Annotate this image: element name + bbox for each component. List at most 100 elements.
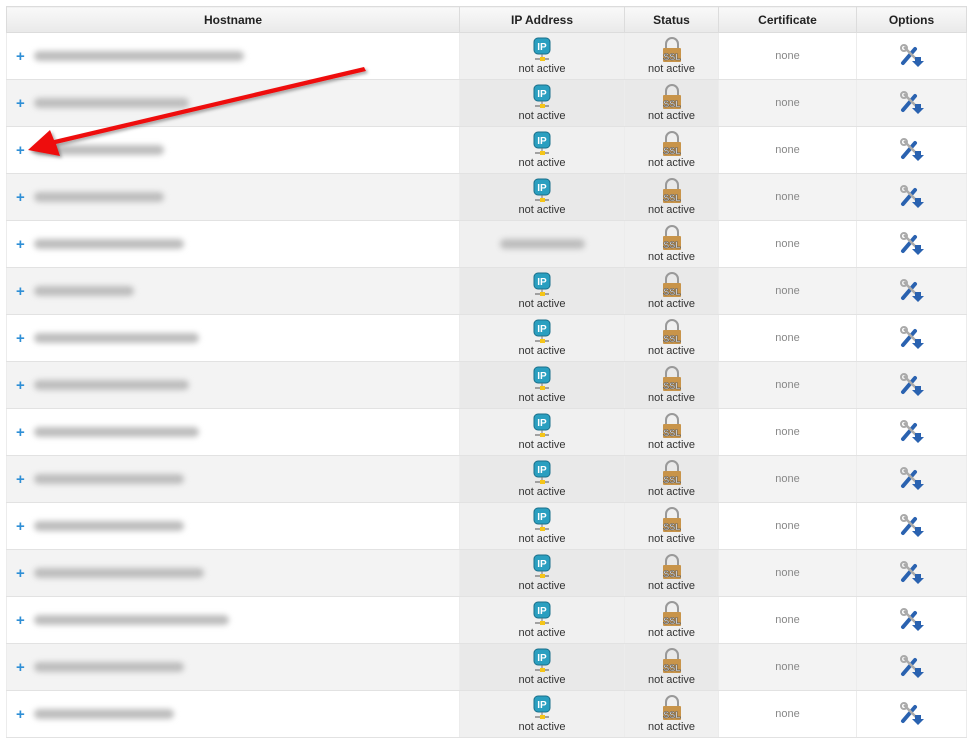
table-row: + IP not active SSL not active none: [6, 643, 967, 691]
expand-plus-icon[interactable]: +: [16, 659, 28, 676]
ssl-status-text: not active: [647, 533, 696, 545]
tools-icon[interactable]: [899, 419, 925, 443]
ip-status-text: not active: [518, 62, 566, 75]
tools-icon[interactable]: [899, 137, 925, 161]
hostname-redacted: [34, 521, 184, 531]
expand-plus-icon[interactable]: +: [16, 565, 28, 582]
certificate-value: none: [775, 285, 800, 297]
options-cell: [856, 690, 967, 738]
ssl-status-text: not active: [647, 439, 696, 451]
ip-address-cell: IP not active: [459, 690, 625, 738]
expand-plus-icon[interactable]: +: [16, 189, 28, 206]
expand-plus-icon[interactable]: +: [16, 142, 28, 159]
tools-icon[interactable]: [899, 231, 925, 255]
svg-text:IP: IP: [537, 324, 547, 335]
options-cell: [856, 220, 967, 268]
expand-plus-icon[interactable]: +: [16, 612, 28, 629]
ip-icon: IP: [533, 272, 551, 296]
options-cell: [856, 408, 967, 456]
tools-icon[interactable]: [899, 278, 925, 302]
ip-address-cell: IP not active: [459, 267, 625, 315]
ip-icon: IP: [533, 413, 551, 437]
ip-address-cell: IP not active: [459, 408, 625, 456]
ip-address-cell: IP not active: [459, 32, 625, 80]
hostname-cell: +: [6, 643, 460, 691]
expand-plus-icon[interactable]: +: [16, 377, 28, 394]
ip-icon: IP: [533, 131, 551, 155]
certificate-value: none: [775, 426, 800, 438]
svg-text:SSL: SSL: [663, 569, 681, 579]
certificate-cell: none: [718, 502, 857, 550]
status-cell: SSL not active: [624, 549, 719, 597]
certificate-cell: none: [718, 173, 857, 221]
header-certificate[interactable]: Certificate: [718, 6, 857, 33]
expand-plus-icon[interactable]: +: [16, 706, 28, 723]
expand-plus-icon[interactable]: +: [16, 236, 28, 253]
table-row: + IP not active SSL not active none: [6, 502, 967, 550]
table-row: + IP not active SSL not active none: [6, 549, 967, 597]
table-row: + IP not active SSL not active none: [6, 32, 967, 80]
hostname-redacted: [34, 145, 164, 155]
header-ip-address[interactable]: IP Address: [459, 6, 625, 33]
certificate-value: none: [775, 379, 800, 391]
hostname-cell: +: [6, 408, 460, 456]
tools-icon[interactable]: [899, 372, 925, 396]
ip-status-text: not active: [518, 391, 566, 404]
svg-text:SSL: SSL: [663, 428, 681, 438]
ssl-status-text: not active: [647, 345, 696, 357]
header-options[interactable]: Options: [856, 6, 967, 33]
expand-plus-icon[interactable]: +: [16, 518, 28, 535]
hostnames-table: Hostname IP Address Status Certificate O…: [6, 6, 967, 738]
status-cell: SSL not active: [624, 502, 719, 550]
certificate-value: none: [775, 567, 800, 579]
expand-plus-icon[interactable]: +: [16, 95, 28, 112]
status-cell: SSL not active: [624, 690, 719, 738]
tools-icon[interactable]: [899, 466, 925, 490]
ip-address-cell: IP not active: [459, 643, 625, 691]
ssl-lock-icon: SSL: [662, 507, 681, 532]
status-cell: SSL not active: [624, 455, 719, 503]
tools-icon[interactable]: [899, 560, 925, 584]
tools-icon[interactable]: [899, 90, 925, 114]
expand-plus-icon[interactable]: +: [16, 283, 28, 300]
expand-plus-icon[interactable]: +: [16, 424, 28, 441]
ip-icon: IP: [533, 319, 551, 343]
tools-icon[interactable]: [899, 184, 925, 208]
expand-plus-icon[interactable]: +: [16, 471, 28, 488]
options-cell: [856, 643, 967, 691]
ip-address-redacted: [499, 239, 585, 250]
table-row: + IP not active SSL not active none: [6, 79, 967, 127]
ssl-status-text: not active: [647, 204, 696, 216]
hostname-cell: +: [6, 32, 460, 80]
ip-icon: IP: [533, 648, 551, 672]
certificate-cell: none: [718, 126, 857, 174]
expand-plus-icon[interactable]: +: [16, 330, 28, 347]
hostname-cell: +: [6, 549, 460, 597]
tools-icon[interactable]: [899, 513, 925, 537]
tools-icon[interactable]: [899, 701, 925, 725]
ssl-status-text: not active: [647, 298, 696, 310]
certificate-value: none: [775, 191, 800, 203]
hostname-cell: +: [6, 267, 460, 315]
ip-status-text: not active: [518, 109, 566, 122]
svg-text:IP: IP: [537, 277, 547, 288]
header-status[interactable]: Status: [624, 6, 719, 33]
tools-icon[interactable]: [899, 43, 925, 67]
ip-address-cell: [459, 220, 625, 268]
svg-text:SSL: SSL: [663, 287, 681, 297]
ip-status-text: not active: [518, 532, 566, 545]
tools-icon[interactable]: [899, 325, 925, 349]
certificate-cell: none: [718, 267, 857, 315]
certificate-value: none: [775, 661, 800, 673]
header-hostname[interactable]: Hostname: [6, 6, 460, 33]
status-cell: SSL not active: [624, 173, 719, 221]
tools-icon[interactable]: [899, 607, 925, 631]
hostname-cell: +: [6, 690, 460, 738]
ssl-lock-icon: SSL: [662, 225, 681, 250]
ssl-status-text: not active: [647, 63, 696, 75]
hostname-cell: +: [6, 455, 460, 503]
tools-icon[interactable]: [899, 654, 925, 678]
expand-plus-icon[interactable]: +: [16, 48, 28, 65]
svg-text:IP: IP: [537, 465, 547, 476]
svg-text:SSL: SSL: [663, 522, 681, 532]
